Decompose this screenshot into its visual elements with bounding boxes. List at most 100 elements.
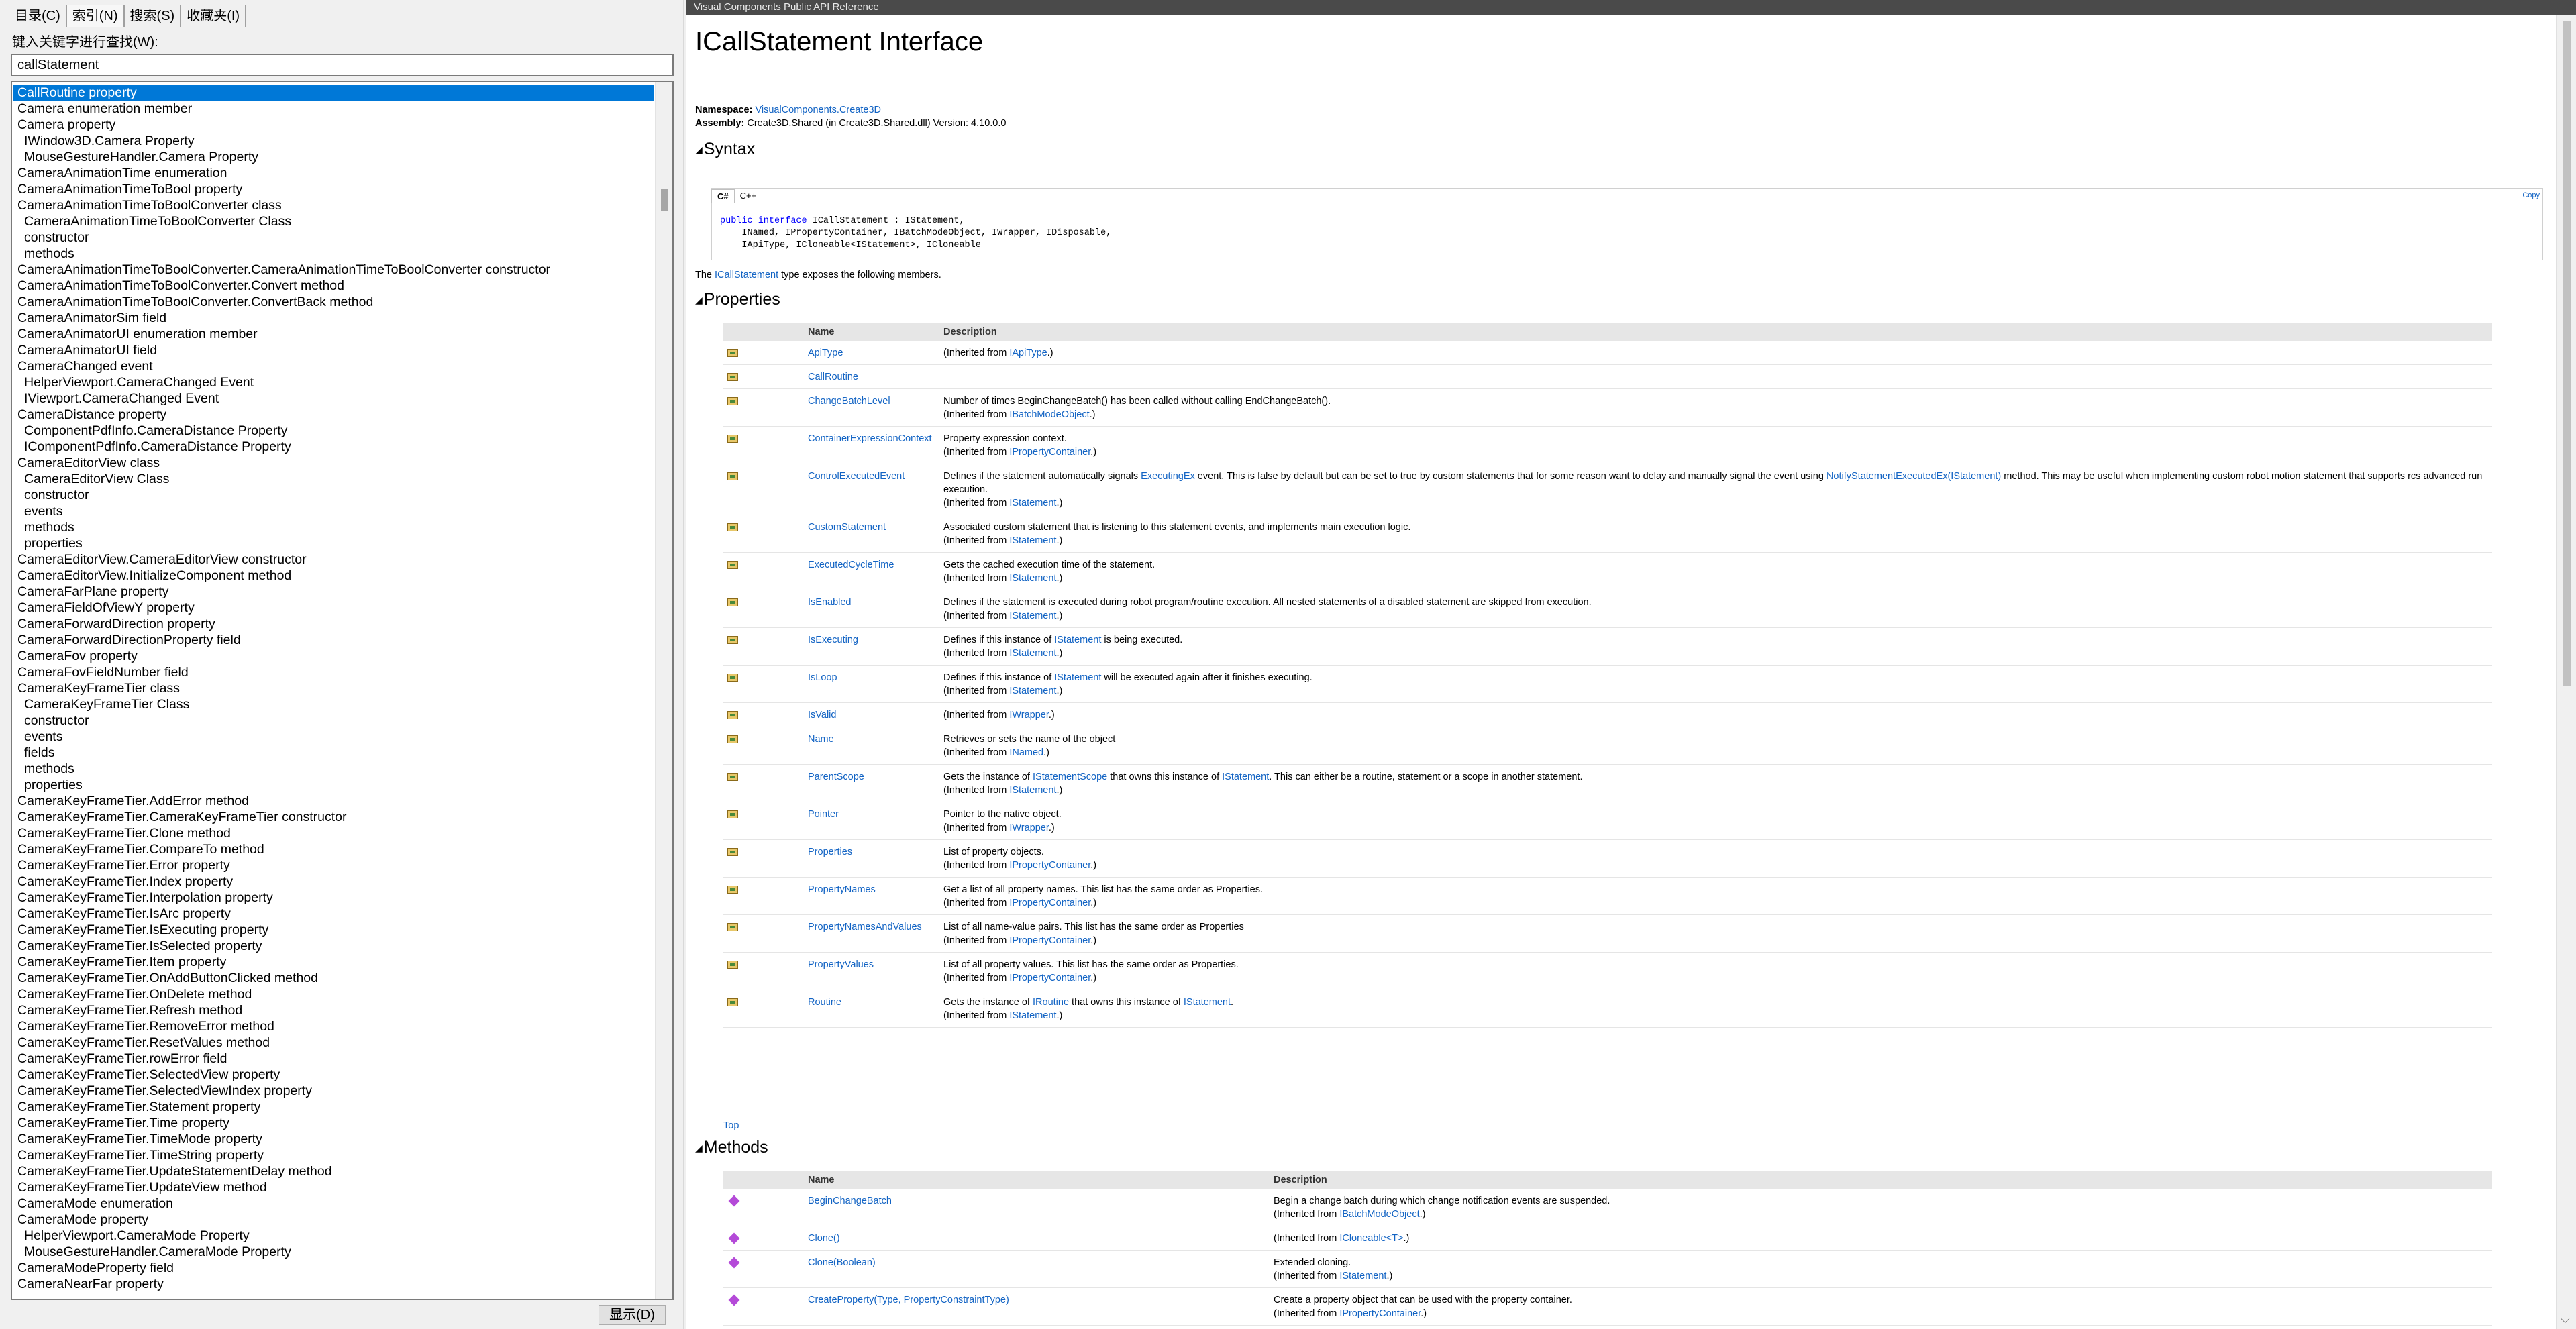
tab-favorites[interactable]: 收藏夹(I) — [181, 5, 247, 27]
type-link[interactable]: ICallStatement — [715, 270, 778, 280]
index-list-item[interactable]: CameraKeyFrameTier Class — [13, 696, 654, 712]
index-list-item[interactable]: CameraKeyFrameTier.Item property — [13, 954, 654, 970]
inherited-link[interactable]: IBatchModeObject — [1009, 409, 1089, 420]
tab-csharp[interactable]: C# — [711, 189, 735, 203]
description-link[interactable]: IStatement — [1184, 997, 1231, 1008]
tab-index[interactable]: 索引(N) — [66, 5, 125, 27]
index-list-item[interactable]: CameraFarPlane property — [13, 584, 654, 600]
index-list-item[interactable]: properties — [13, 535, 654, 551]
index-list-item[interactable]: CameraKeyFrameTier.TimeString property — [13, 1147, 654, 1163]
tab-contents[interactable]: 目录(C) — [9, 5, 67, 27]
index-list-item[interactable]: CameraForwardDirectionProperty field — [13, 632, 654, 648]
member-name-link[interactable]: Name — [808, 734, 834, 745]
description-link[interactable]: IRoutine — [1033, 997, 1069, 1008]
inherited-link[interactable]: IStatement — [1009, 686, 1056, 696]
index-list-item[interactable]: CameraKeyFrameTier.Statement property — [13, 1099, 654, 1115]
inherited-link[interactable]: IStatement — [1009, 573, 1056, 584]
index-list-item[interactable]: events — [13, 729, 654, 745]
inherited-link[interactable]: IBatchModeObject — [1339, 1209, 1419, 1220]
display-button[interactable]: 显示(D) — [599, 1305, 666, 1325]
member-name-link[interactable]: IsLoop — [808, 672, 837, 683]
tab-cpp[interactable]: C++ — [735, 189, 762, 203]
index-list-item[interactable]: CameraChanged event — [13, 358, 654, 374]
index-list-item[interactable]: HelperViewport.CameraChanged Event — [13, 374, 654, 390]
content-scrollbar[interactable]: ⌵ — [2556, 15, 2576, 1329]
index-list-item[interactable]: CameraAnimatorSim field — [13, 310, 654, 326]
inherited-link[interactable]: IStatement — [1009, 498, 1056, 509]
inherited-link[interactable]: IStatement — [1009, 1010, 1056, 1021]
index-list-item[interactable]: CameraKeyFrameTier.OnDelete method — [13, 986, 654, 1002]
index-list-item[interactable]: MouseGestureHandler.Camera Property — [13, 149, 654, 165]
member-name-link[interactable]: IsValid — [808, 710, 836, 721]
index-list-item[interactable]: CameraAnimationTimeToBoolConverter class — [13, 197, 654, 213]
keyword-search-input[interactable] — [11, 54, 674, 76]
index-list[interactable]: CallRoutine property Camera enumeration m… — [11, 81, 674, 1300]
member-name-link[interactable]: ApiType — [808, 348, 843, 358]
index-list-item[interactable]: Camera enumeration member — [13, 101, 654, 117]
member-name-link[interactable]: CallRoutine — [808, 372, 858, 382]
copy-link[interactable]: Copy — [2522, 191, 2540, 199]
index-list-item[interactable]: CameraEditorView.InitializeComponent met… — [13, 568, 654, 584]
scroll-down-icon[interactable]: ⌵ — [2561, 1312, 2570, 1326]
syntax-heading[interactable]: ◢Syntax — [695, 140, 755, 159]
index-list-item[interactable]: CameraKeyFrameTier.Error property — [13, 857, 654, 873]
index-list-item[interactable]: CameraAnimationTimeToBool property — [13, 181, 654, 197]
inherited-link[interactable]: IStatement — [1009, 648, 1056, 659]
index-list-item[interactable]: events — [13, 503, 654, 519]
member-name-link[interactable]: PropertyValues — [808, 959, 874, 970]
inherited-link[interactable]: IPropertyContainer — [1009, 447, 1090, 458]
index-list-item[interactable]: CameraKeyFrameTier.CompareTo method — [13, 841, 654, 857]
member-name-link[interactable]: Clone() — [808, 1233, 840, 1244]
index-list-item[interactable]: CameraFovFieldNumber field — [13, 664, 654, 680]
index-list-item[interactable]: constructor — [13, 229, 654, 246]
index-list-item[interactable]: CameraKeyFrameTier.Time property — [13, 1115, 654, 1131]
index-list-item[interactable]: CameraNearFar property — [13, 1276, 654, 1292]
index-list-item[interactable]: CameraEditorView Class — [13, 471, 654, 487]
index-list-item[interactable]: constructor — [13, 487, 654, 503]
index-list-item[interactable]: fields — [13, 745, 654, 761]
index-list-item[interactable]: methods — [13, 761, 654, 777]
inherited-link[interactable]: IPropertyContainer — [1339, 1308, 1421, 1319]
description-link[interactable]: ExecutingEx — [1141, 471, 1195, 482]
methods-heading[interactable]: ◢Methods — [695, 1138, 768, 1157]
index-list-item[interactable]: CameraKeyFrameTier.UpdateStatementDelay … — [13, 1163, 654, 1179]
description-link[interactable]: NotifyStatementExecutedEx(IStatement) — [1826, 471, 2001, 482]
member-name-link[interactable]: IsExecuting — [808, 635, 858, 645]
description-link[interactable]: IStatement — [1054, 635, 1101, 645]
inherited-link[interactable]: IWrapper — [1009, 710, 1049, 721]
member-name-link[interactable]: ExecutedCycleTime — [808, 560, 894, 570]
inherited-link[interactable]: IStatement — [1009, 535, 1056, 546]
index-list-item[interactable]: CameraKeyFrameTier.IsSelected property — [13, 938, 654, 954]
member-name-link[interactable]: Properties — [808, 847, 852, 857]
index-list-item[interactable]: constructor — [13, 712, 654, 729]
member-name-link[interactable]: Pointer — [808, 809, 839, 820]
index-list-item[interactable]: CameraKeyFrameTier.IsExecuting property — [13, 922, 654, 938]
member-name-link[interactable]: ParentScope — [808, 772, 864, 782]
index-list-item[interactable]: CameraEditorView.CameraEditorView constr… — [13, 551, 654, 568]
top-link[interactable]: Top — [723, 1120, 739, 1131]
index-list-item[interactable]: CameraKeyFrameTier.Interpolation propert… — [13, 890, 654, 906]
member-name-link[interactable]: PropertyNames — [808, 884, 876, 895]
index-list-item[interactable]: IViewport.CameraChanged Event — [13, 390, 654, 407]
member-name-link[interactable]: ControlExecutedEvent — [808, 471, 905, 482]
index-list-item[interactable]: CameraFieldOfViewY property — [13, 600, 654, 616]
index-list-item[interactable]: CameraAnimationTimeToBoolConverter.Conve… — [13, 278, 654, 294]
index-list-item[interactable]: CameraKeyFrameTier.CameraKeyFrameTier co… — [13, 809, 654, 825]
index-list-item[interactable]: properties — [13, 777, 654, 793]
inherited-link[interactable]: IPropertyContainer — [1009, 973, 1090, 984]
index-list-item[interactable]: CameraModeProperty field — [13, 1260, 654, 1276]
properties-heading[interactable]: ◢Properties — [695, 290, 780, 309]
index-list-item[interactable]: CameraKeyFrameTier.RemoveError method — [13, 1018, 654, 1034]
member-name-link[interactable]: ChangeBatchLevel — [808, 396, 890, 407]
index-list-item[interactable]: CameraKeyFrameTier class — [13, 680, 654, 696]
member-name-link[interactable]: ContainerExpressionContext — [808, 433, 932, 444]
index-list-item[interactable]: IWindow3D.Camera Property — [13, 133, 654, 149]
member-name-link[interactable]: IsEnabled — [808, 597, 852, 608]
member-name-link[interactable]: Clone(Boolean) — [808, 1257, 876, 1268]
index-list-item[interactable]: methods — [13, 519, 654, 535]
scrollbar-thumb[interactable] — [661, 189, 668, 211]
index-list-item[interactable]: CameraKeyFrameTier.ResetValues method — [13, 1034, 654, 1051]
index-list-item[interactable]: CameraFov property — [13, 648, 654, 664]
index-list-item[interactable]: CameraKeyFrameTier.OnAddButtonClicked me… — [13, 970, 654, 986]
index-list-item[interactable]: CameraDistance property — [13, 407, 654, 423]
